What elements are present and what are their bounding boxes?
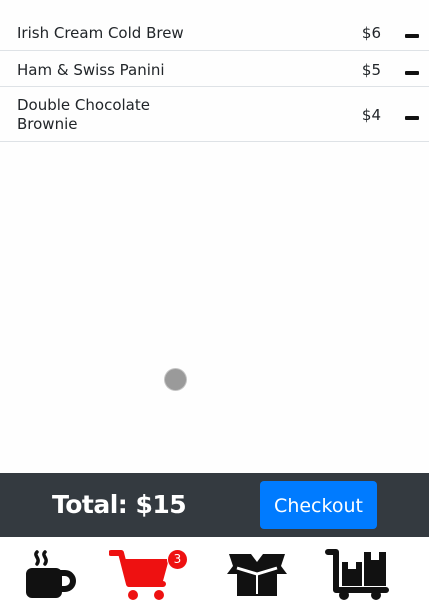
checkout-bar: Total: $15 Checkout <box>0 473 429 537</box>
cart-item-price: $4 <box>361 106 381 124</box>
cart-item-row: Ham & Swiss Panini $5 <box>0 51 429 87</box>
cart-total: Total: $15 <box>52 490 187 519</box>
cart-item-name: Double Chocolate Brownie <box>17 96 150 133</box>
coffee-mug-icon <box>26 550 76 598</box>
cart-count-badge: 3 <box>168 550 187 569</box>
bottom-nav: 3 <box>0 537 429 611</box>
nav-menu-coffee[interactable] <box>20 537 80 611</box>
open-box-icon <box>227 554 287 596</box>
nav-orders[interactable] <box>222 537 294 611</box>
cart-item-price: $5 <box>361 61 381 79</box>
cart-item-name: Irish Cream Cold Brew <box>17 24 184 42</box>
cart-item-name: Ham & Swiss Panini <box>17 61 165 79</box>
touch-cursor-indicator <box>165 369 186 390</box>
dolly-boxes-icon <box>325 549 389 600</box>
cart-item-price: $6 <box>361 24 381 42</box>
minus-icon[interactable] <box>405 116 419 120</box>
minus-icon[interactable] <box>405 71 419 75</box>
checkout-button[interactable]: Checkout <box>260 481 377 529</box>
shopping-cart-icon <box>109 550 169 600</box>
cart-item-list: Irish Cream Cold Brew $6 Ham & Swiss Pan… <box>0 14 429 142</box>
nav-cart[interactable]: 3 <box>104 537 194 611</box>
cart-item-row: Irish Cream Cold Brew $6 <box>0 14 429 51</box>
minus-icon[interactable] <box>405 34 419 38</box>
nav-inventory[interactable] <box>320 537 392 611</box>
cart-item-row: Double Chocolate Brownie $4 <box>0 87 429 142</box>
